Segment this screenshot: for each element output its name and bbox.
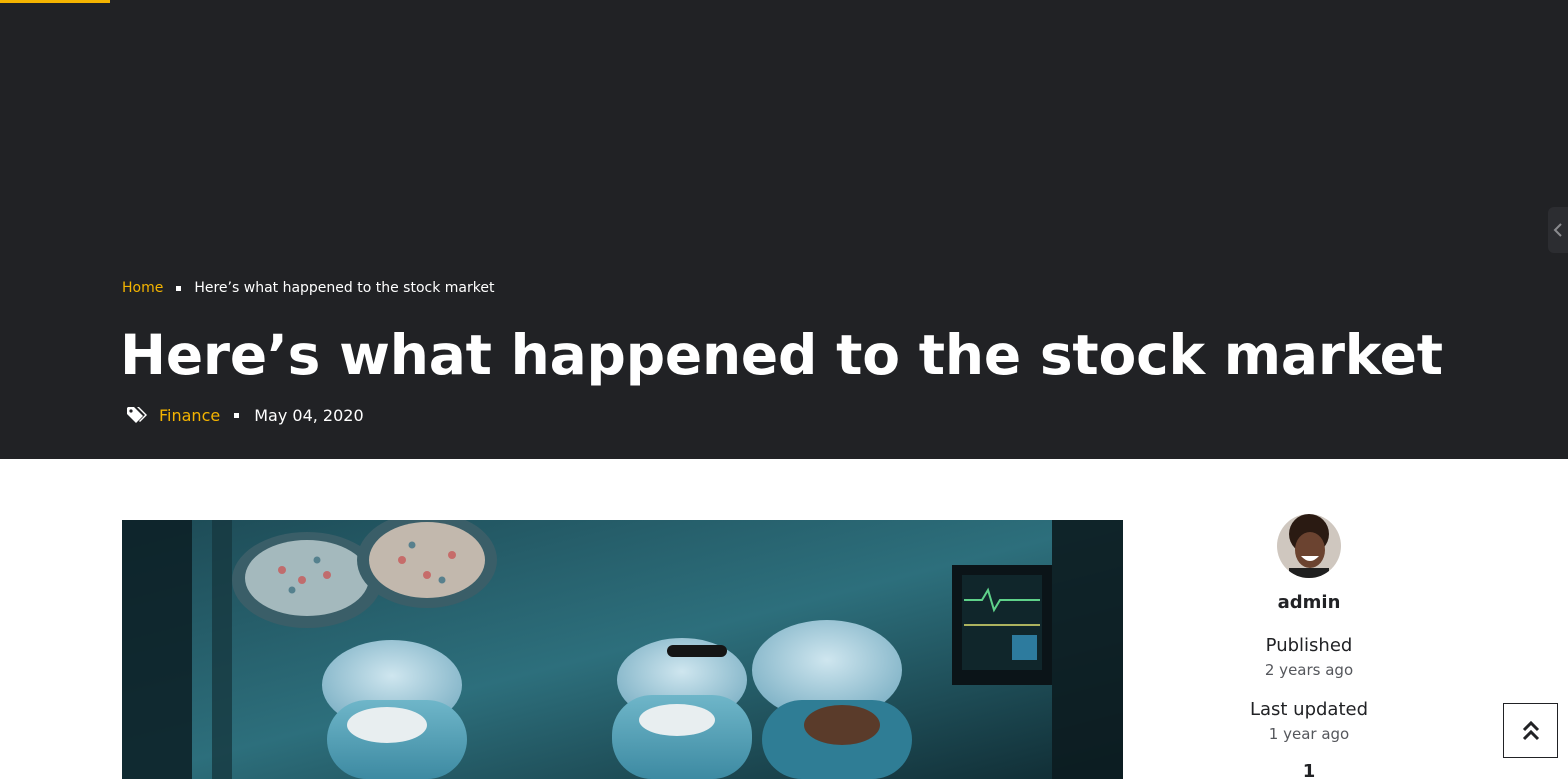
page-title: Here’s what happened to the stock market (120, 323, 1443, 387)
author-panel: admin Published 2 years ago Last updated… (1209, 514, 1409, 782)
featured-image (122, 520, 1123, 779)
avatar[interactable] (1277, 514, 1341, 578)
updated-label: Last updated (1249, 699, 1369, 720)
breadcrumb: Home Here’s what happened to the stock m… (122, 278, 494, 298)
author-name[interactable]: admin (1209, 592, 1409, 613)
breadcrumb-separator (176, 285, 182, 291)
reading-progress-bar (0, 0, 1568, 3)
tags-icon (126, 405, 150, 425)
breadcrumb-current: Here’s what happened to the stock market (194, 280, 495, 296)
chevron-left-icon (1553, 223, 1562, 237)
published-value: 2 years ago (1264, 661, 1354, 679)
post-meta: Finance May 04, 2020 (126, 402, 364, 428)
post-header: Home Here’s what happened to the stock m… (0, 0, 1568, 459)
back-to-top-button[interactable] (1503, 703, 1558, 758)
category-link[interactable]: Finance (159, 406, 220, 425)
post-date: May 04, 2020 (254, 405, 364, 425)
published-label: Published (1265, 635, 1353, 656)
side-panel-toggle[interactable] (1548, 207, 1568, 253)
updated-value: 1 year ago (1268, 725, 1350, 743)
double-chevron-up-icon (1522, 720, 1539, 740)
meta-separator (234, 412, 240, 418)
reading-progress-fill (0, 0, 110, 3)
breadcrumb-home-link[interactable]: Home (122, 280, 163, 296)
